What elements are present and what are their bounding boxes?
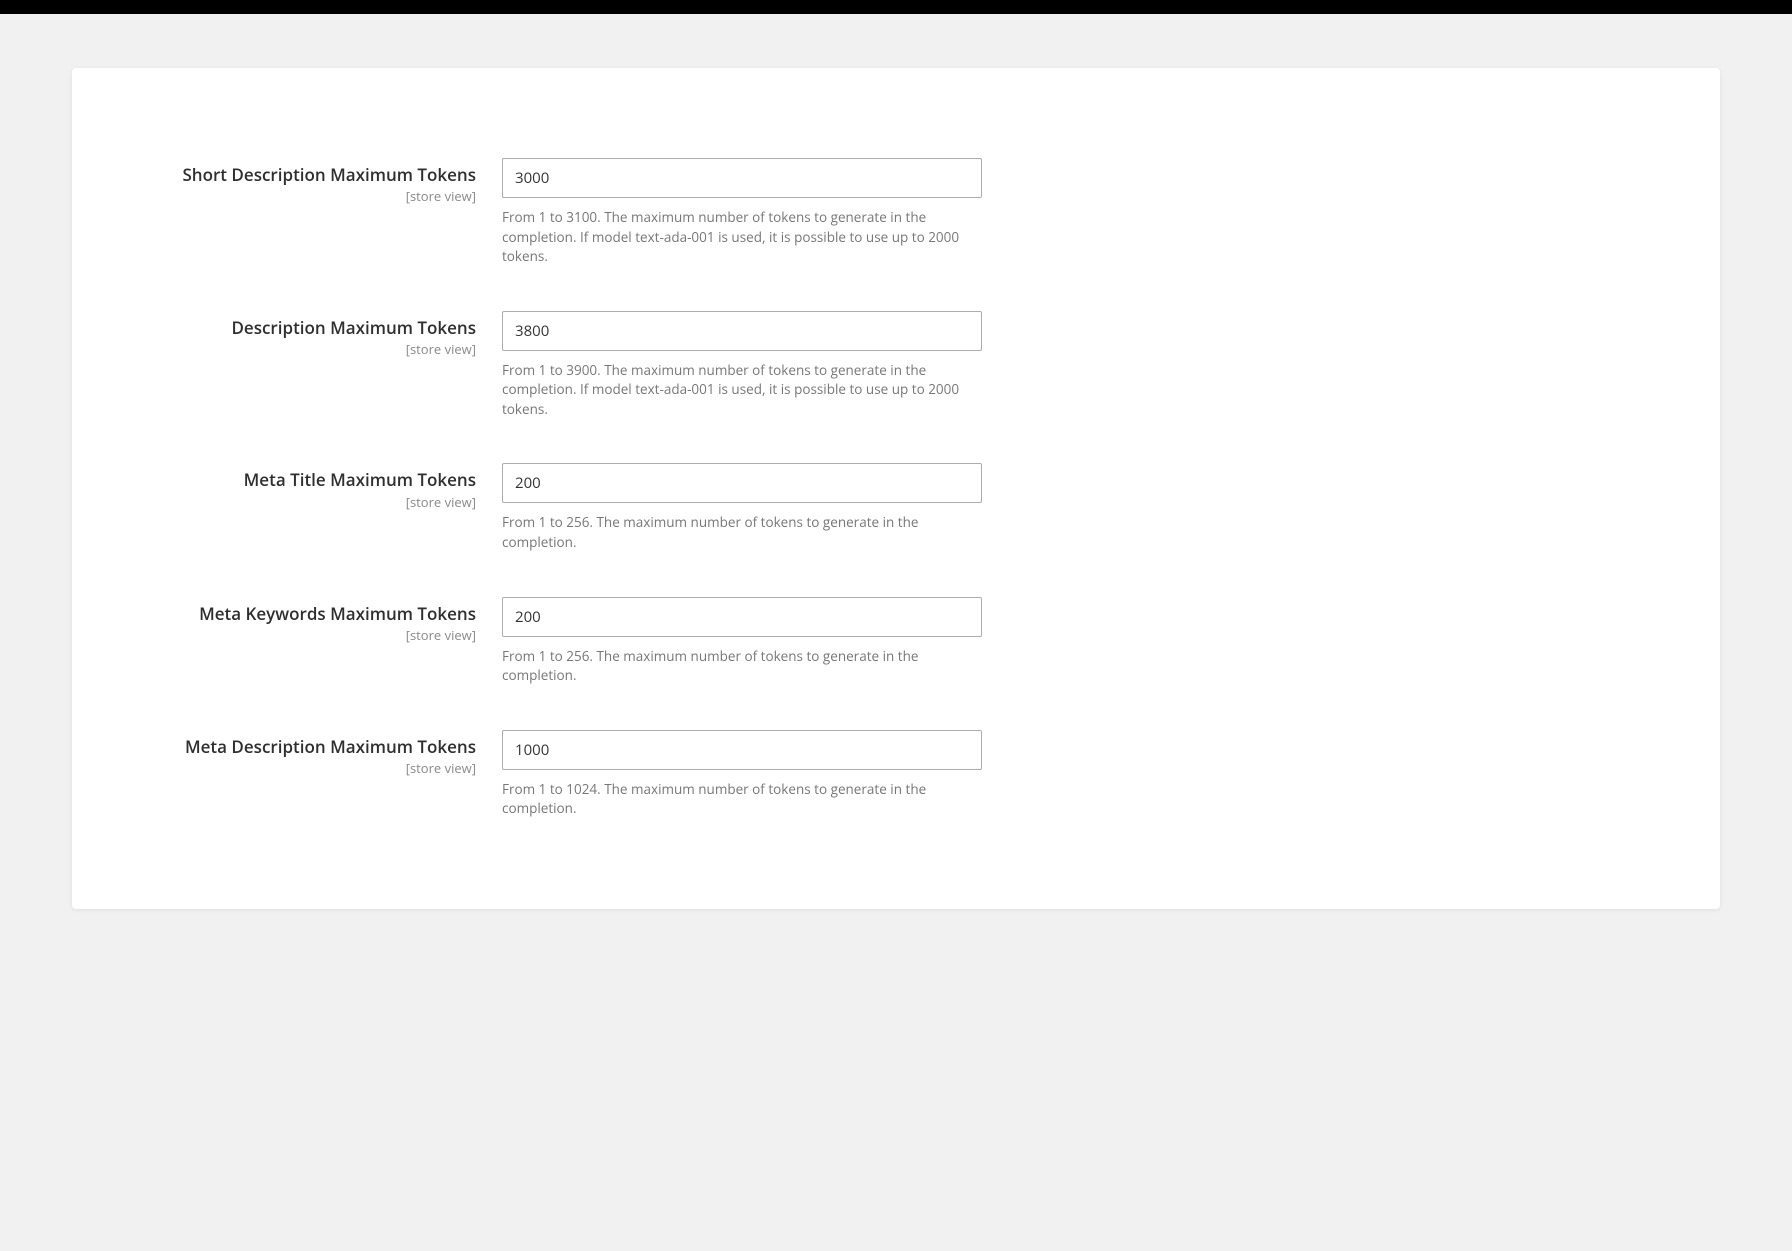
field-label: Meta Keywords Maximum Tokens — [162, 603, 476, 624]
field-label: Meta Description Maximum Tokens — [162, 736, 476, 757]
field-label: Short Description Maximum Tokens — [162, 164, 476, 185]
help-text: From 1 to 256. The maximum number of tok… — [502, 647, 982, 686]
control-column: From 1 to 1024. The maximum number of to… — [502, 730, 982, 819]
help-text: From 1 to 3900. The maximum number of to… — [502, 361, 982, 420]
field-description-max-tokens: Description Maximum Tokens [store view] … — [162, 311, 1600, 420]
help-text: From 1 to 1024. The maximum number of to… — [502, 780, 982, 819]
page-container: Short Description Maximum Tokens [store … — [0, 14, 1792, 969]
field-scope: [store view] — [162, 626, 476, 644]
label-column: Meta Description Maximum Tokens [store v… — [162, 730, 502, 777]
label-column: Short Description Maximum Tokens [store … — [162, 158, 502, 205]
field-short-description-max-tokens: Short Description Maximum Tokens [store … — [162, 158, 1600, 267]
control-column: From 1 to 256. The maximum number of tok… — [502, 597, 982, 686]
help-text: From 1 to 3100. The maximum number of to… — [502, 208, 982, 267]
field-scope: [store view] — [162, 493, 476, 511]
field-meta-title-max-tokens: Meta Title Maximum Tokens [store view] F… — [162, 463, 1600, 552]
control-column: From 1 to 3900. The maximum number of to… — [502, 311, 982, 420]
label-column: Meta Title Maximum Tokens [store view] — [162, 463, 502, 510]
label-column: Description Maximum Tokens [store view] — [162, 311, 502, 358]
field-scope: [store view] — [162, 759, 476, 777]
control-column: From 1 to 3100. The maximum number of to… — [502, 158, 982, 267]
meta-keywords-max-tokens-input[interactable] — [502, 597, 982, 637]
settings-panel: Short Description Maximum Tokens [store … — [72, 68, 1720, 909]
top-bar — [0, 0, 1792, 14]
field-scope: [store view] — [162, 187, 476, 205]
field-label: Description Maximum Tokens — [162, 317, 476, 338]
short-description-max-tokens-input[interactable] — [502, 158, 982, 198]
field-label: Meta Title Maximum Tokens — [162, 469, 476, 490]
label-column: Meta Keywords Maximum Tokens [store view… — [162, 597, 502, 644]
field-meta-keywords-max-tokens: Meta Keywords Maximum Tokens [store view… — [162, 597, 1600, 686]
field-meta-description-max-tokens: Meta Description Maximum Tokens [store v… — [162, 730, 1600, 819]
help-text: From 1 to 256. The maximum number of tok… — [502, 513, 982, 552]
field-scope: [store view] — [162, 340, 476, 358]
description-max-tokens-input[interactable] — [502, 311, 982, 351]
meta-title-max-tokens-input[interactable] — [502, 463, 982, 503]
control-column: From 1 to 256. The maximum number of tok… — [502, 463, 982, 552]
meta-description-max-tokens-input[interactable] — [502, 730, 982, 770]
